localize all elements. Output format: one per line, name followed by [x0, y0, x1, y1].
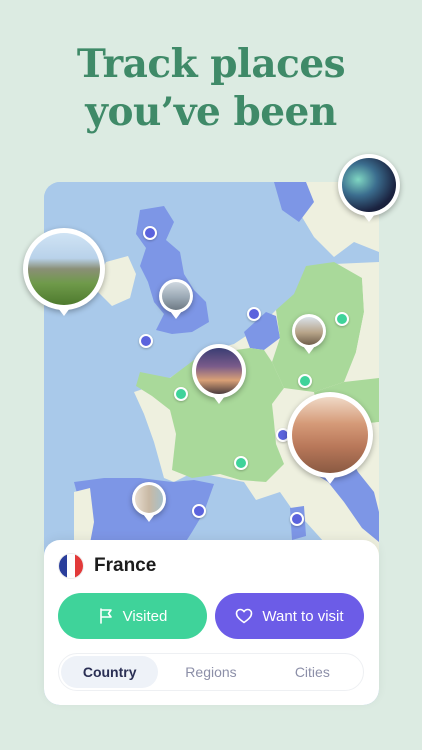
- country-panel: France Visited Want to visit Country Reg…: [44, 540, 379, 705]
- aurora-photo-marker[interactable]: [338, 154, 400, 222]
- country-name: France: [94, 555, 157, 576]
- want-pin[interactable]: [139, 334, 153, 348]
- london-photo-marker[interactable]: [159, 279, 193, 319]
- want-pin[interactable]: [247, 307, 261, 321]
- visited-pin[interactable]: [335, 312, 349, 326]
- paris-photo: [196, 348, 242, 394]
- country-row: France: [58, 552, 156, 580]
- rome-photo: [292, 397, 368, 473]
- spain-photo: [135, 485, 163, 513]
- heart-icon: [236, 608, 253, 624]
- paris-photo-marker[interactable]: [192, 344, 246, 404]
- ireland-castle-photo: [28, 233, 100, 305]
- tab-country[interactable]: Country: [61, 656, 159, 688]
- tab-cities[interactable]: Cities: [264, 656, 361, 688]
- flag-icon: [99, 608, 112, 624]
- aurora-photo: [342, 158, 396, 212]
- want-label: Want to visit: [262, 607, 344, 625]
- berlin-photo-marker[interactable]: [292, 314, 326, 354]
- rome-photo-marker[interactable]: [287, 392, 373, 484]
- headline-line-2: you’ve been: [85, 89, 337, 135]
- want-to-visit-button[interactable]: Want to visit: [215, 593, 364, 639]
- visited-label: Visited: [122, 607, 168, 625]
- visited-pin[interactable]: [174, 387, 188, 401]
- want-pin[interactable]: [290, 512, 304, 526]
- want-pin[interactable]: [192, 504, 206, 518]
- berlin-photo: [295, 317, 323, 345]
- tab-regions[interactable]: Regions: [162, 656, 259, 688]
- spain-photo-marker[interactable]: [132, 482, 166, 522]
- london-photo: [162, 282, 190, 310]
- headline-line-1: Track places: [76, 41, 346, 87]
- ireland-castle-photo-marker[interactable]: [23, 228, 105, 316]
- granularity-tabs: Country Regions Cities: [58, 653, 364, 691]
- visited-pin[interactable]: [234, 456, 248, 470]
- visited-pin[interactable]: [298, 374, 312, 388]
- visited-button[interactable]: Visited: [58, 593, 207, 639]
- headline: Track places you’ve been: [0, 40, 422, 136]
- france-flag-icon: [58, 553, 84, 579]
- want-pin[interactable]: [143, 226, 157, 240]
